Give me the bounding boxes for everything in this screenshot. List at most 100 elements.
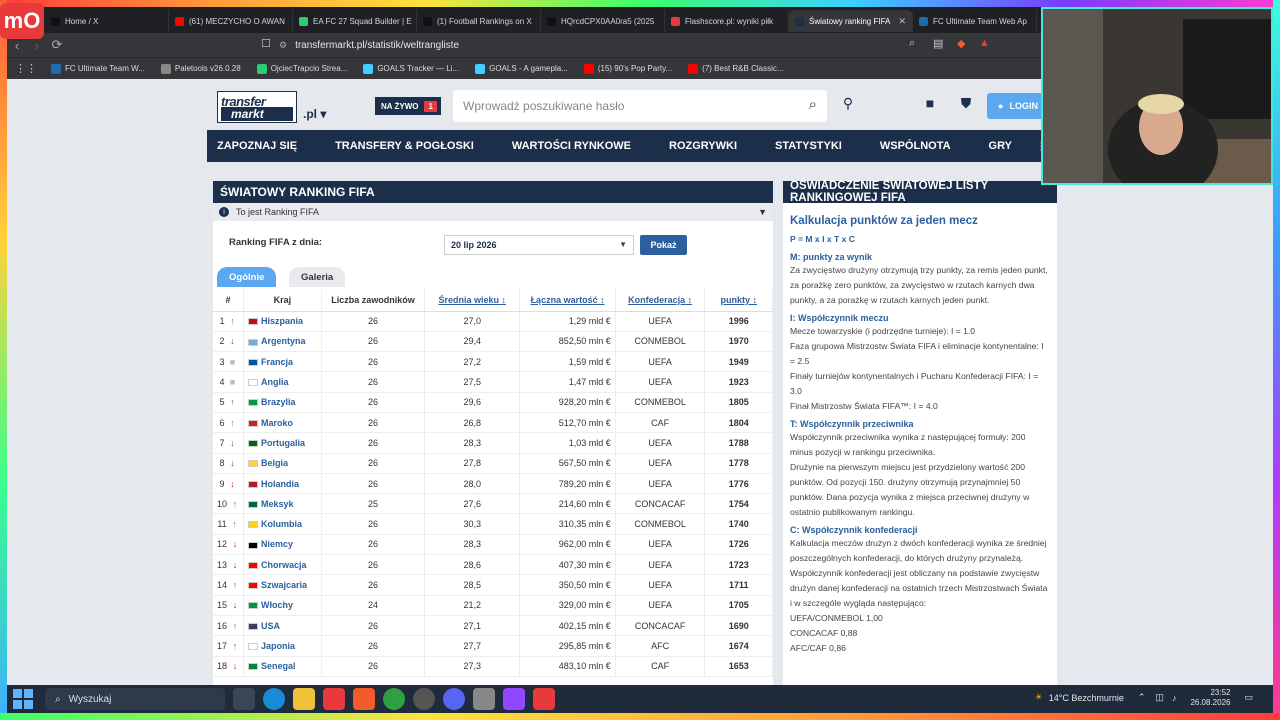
browser-tab[interactable]: HQrcdCPX0AA0ra5 (2025: [541, 10, 665, 32]
app-icon[interactable]: [323, 688, 345, 710]
nav-item[interactable]: GRY: [989, 140, 1012, 152]
bookmark-item[interactable]: GOALS - A gamepla...: [475, 63, 568, 74]
country-link[interactable]: Szwajcaria: [261, 580, 307, 590]
country-link[interactable]: Argentyna: [261, 336, 306, 346]
apps-grid-icon[interactable]: ⋮⋮: [15, 62, 37, 75]
country-cell[interactable]: USA: [243, 615, 322, 637]
rewards-icon[interactable]: ▲: [979, 37, 990, 49]
chevron-down-icon[interactable]: ▼: [758, 207, 767, 217]
country-link[interactable]: Włochy: [261, 600, 293, 610]
country-link[interactable]: Brazylia: [261, 397, 296, 407]
app-icon[interactable]: [503, 688, 525, 710]
country-cell[interactable]: Senegal: [243, 656, 322, 677]
site-info-icon[interactable]: ⚙: [279, 40, 287, 51]
transfermarkt-logo[interactable]: transfer markt: [217, 91, 297, 123]
country-cell[interactable]: Japonia: [243, 635, 322, 657]
country-link[interactable]: USA: [261, 621, 280, 631]
country-link[interactable]: Hiszpania: [261, 316, 303, 326]
zoom-icon[interactable]: ⌕: [909, 37, 915, 50]
nav-item[interactable]: WSPÓLNOTA: [880, 140, 951, 152]
task-view-icon[interactable]: [233, 688, 255, 710]
domain-label[interactable]: .pl ▾: [303, 107, 326, 121]
country-cell[interactable]: Meksyk: [243, 493, 322, 515]
browser-tab[interactable]: (61) MECZYCHO O AWAN: [169, 10, 293, 32]
notifications-icon[interactable]: ▭: [1244, 692, 1253, 703]
site-search-input[interactable]: Wprowadź poszukiwane hasło ⌕: [453, 90, 827, 122]
forward-icon[interactable]: ›: [27, 38, 47, 53]
country-link[interactable]: Portugalia: [261, 438, 305, 448]
country-link[interactable]: Belgia: [261, 458, 288, 468]
bookmark-item[interactable]: (7) Best R&B Classic...: [688, 63, 784, 74]
country-cell[interactable]: Włochy: [243, 595, 322, 616]
bookmark-item[interactable]: OjciecTrapcio Strea...: [256, 63, 347, 74]
tab-general[interactable]: Ogólnie: [217, 267, 277, 287]
country-cell[interactable]: Hiszpania: [243, 311, 322, 332]
country-link[interactable]: Japonia: [261, 641, 295, 651]
bookmark-item[interactable]: GOALS Tracker — Li...: [363, 63, 459, 74]
brave-icon[interactable]: [353, 688, 375, 710]
nav-item[interactable]: ZAPOZNAJ SIĘ: [217, 140, 297, 152]
nav-item[interactable]: WARTOŚCI RYNKOWE: [512, 140, 631, 152]
back-icon[interactable]: ‹: [7, 38, 27, 53]
column-header[interactable]: Średnia wieku ↕: [424, 289, 521, 312]
country-cell[interactable]: Chorwacja: [243, 554, 322, 576]
nav-item[interactable]: ROZGRYWKI: [669, 140, 737, 152]
shield-icon[interactable]: ⛊: [955, 95, 977, 117]
browser-tab[interactable]: FC Ultimate Team Web Ap: [913, 10, 1037, 32]
close-tab-icon[interactable]: ✕: [898, 16, 906, 27]
file-explorer-icon[interactable]: [293, 688, 315, 710]
browser-tab[interactable]: Home / X: [45, 10, 169, 32]
brave-shield-icon[interactable]: ◆: [957, 37, 965, 50]
windows-start-icon[interactable]: [13, 689, 33, 709]
app-icon[interactable]: [533, 688, 555, 710]
clock[interactable]: 23:52 26.08.2026: [1190, 688, 1230, 707]
country-cell[interactable]: Portugalia: [243, 432, 322, 454]
search-icon[interactable]: ⌕: [809, 96, 817, 113]
nav-item[interactable]: TRANSFERY & POGŁOSKI: [335, 140, 474, 152]
url-field[interactable]: ⚙ transfermarkt.pl/statistik/weltranglis…: [255, 35, 995, 55]
browser-tab[interactable]: (1) Football Rankings on X: [417, 10, 541, 32]
column-header[interactable]: punkty ↕: [704, 289, 773, 312]
tab-gallery[interactable]: Galeria: [289, 267, 346, 287]
country-link[interactable]: Senegal: [261, 661, 296, 671]
edge-icon[interactable]: [263, 688, 285, 710]
country-link[interactable]: Kolumbia: [261, 519, 302, 529]
country-link[interactable]: Holandia: [261, 479, 299, 489]
country-cell[interactable]: Brazylia: [243, 392, 322, 413]
chrome-icon[interactable]: [383, 688, 405, 710]
country-cell[interactable]: Francja: [243, 351, 322, 373]
discord-icon[interactable]: [443, 688, 465, 710]
country-link[interactable]: Anglia: [261, 377, 289, 387]
country-cell[interactable]: Holandia: [243, 473, 322, 495]
country-link[interactable]: Niemcy: [261, 539, 293, 549]
date-select[interactable]: 20 lip 2026 ▼: [444, 235, 634, 255]
live-button[interactable]: NA ŻYWO 1: [375, 97, 441, 115]
app-icon[interactable]: [473, 688, 495, 710]
chevron-up-icon[interactable]: ⌃: [1138, 692, 1146, 703]
weather[interactable]: 14°C Bezchmurnie: [1049, 693, 1124, 703]
column-header[interactable]: Konfederacja ↕: [615, 289, 706, 312]
ranking-info-toggle[interactable]: i To jest Ranking FIFA ▼: [213, 203, 773, 221]
login-button[interactable]: ● LOGIN: [987, 93, 1049, 119]
country-cell[interactable]: Argentyna: [243, 331, 322, 353]
volume-icon[interactable]: ♪: [1172, 693, 1177, 703]
user-search-icon[interactable]: ⚲: [837, 95, 859, 117]
reader-icon[interactable]: ▤: [933, 37, 943, 50]
network-icon[interactable]: ◫: [1155, 692, 1164, 703]
country-cell[interactable]: Belgia: [243, 453, 322, 474]
browser-tab[interactable]: EA FC 27 Squad Builder | E: [293, 10, 417, 32]
country-link[interactable]: Chorwacja: [261, 560, 307, 570]
country-cell[interactable]: Szwajcaria: [243, 574, 322, 596]
taskbar-search[interactable]: ⌕ Wyszukaj: [45, 688, 225, 710]
browser-tab[interactable]: Flashscore.pl: wyniki piłk: [665, 10, 789, 32]
country-link[interactable]: Maroko: [261, 418, 293, 428]
country-link[interactable]: Francja: [261, 357, 293, 367]
bookmark-item[interactable]: FC Ultimate Team W...: [51, 63, 145, 74]
country-cell[interactable]: Maroko: [243, 412, 322, 434]
show-button[interactable]: Pokaż: [640, 235, 687, 255]
column-header[interactable]: Łączna wartość ↕: [519, 289, 616, 312]
obs-icon[interactable]: [413, 688, 435, 710]
country-cell[interactable]: Niemcy: [243, 534, 322, 556]
bookmark-item[interactable]: (15) 90's Pop Party...: [583, 63, 672, 74]
country-link[interactable]: Meksyk: [261, 499, 294, 509]
